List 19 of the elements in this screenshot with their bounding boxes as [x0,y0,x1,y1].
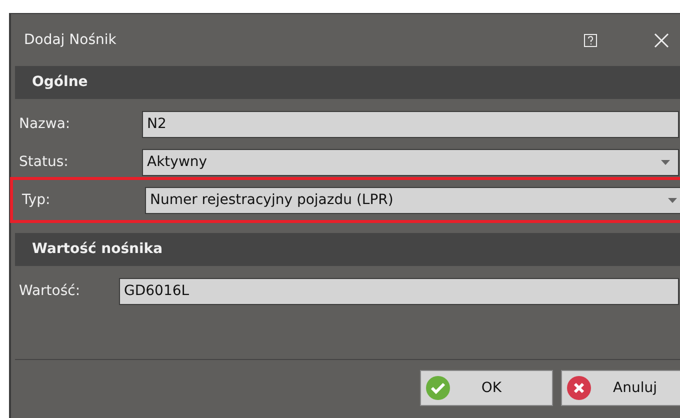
caret-icon [661,160,670,164]
input-field[interactable]: GD6016L [119,278,679,304]
help-icon[interactable] [584,34,597,46]
section-header: Ogólne [15,66,680,99]
field-label: Status: [19,152,70,172]
dropdown[interactable]: Aktywny [142,148,679,176]
cancel-button[interactable]: Anuluj [561,370,680,406]
field-label: Nazwa: [19,114,72,134]
window-title: Dodaj Nośnik [24,30,118,50]
field-label: Typ: [22,190,52,210]
dropdown[interactable]: Numer rejestracyjny pojazdu (LPR) [145,186,680,214]
check-icon [425,375,451,401]
section-header: Wartość nośnika [15,233,680,266]
caret-icon [668,198,677,202]
field-label: Wartość: [19,282,82,300]
close-icon[interactable] [654,32,669,48]
ok-button[interactable]: OK [420,370,553,406]
input-field[interactable]: N2 [142,110,679,138]
cross-icon [566,375,592,401]
